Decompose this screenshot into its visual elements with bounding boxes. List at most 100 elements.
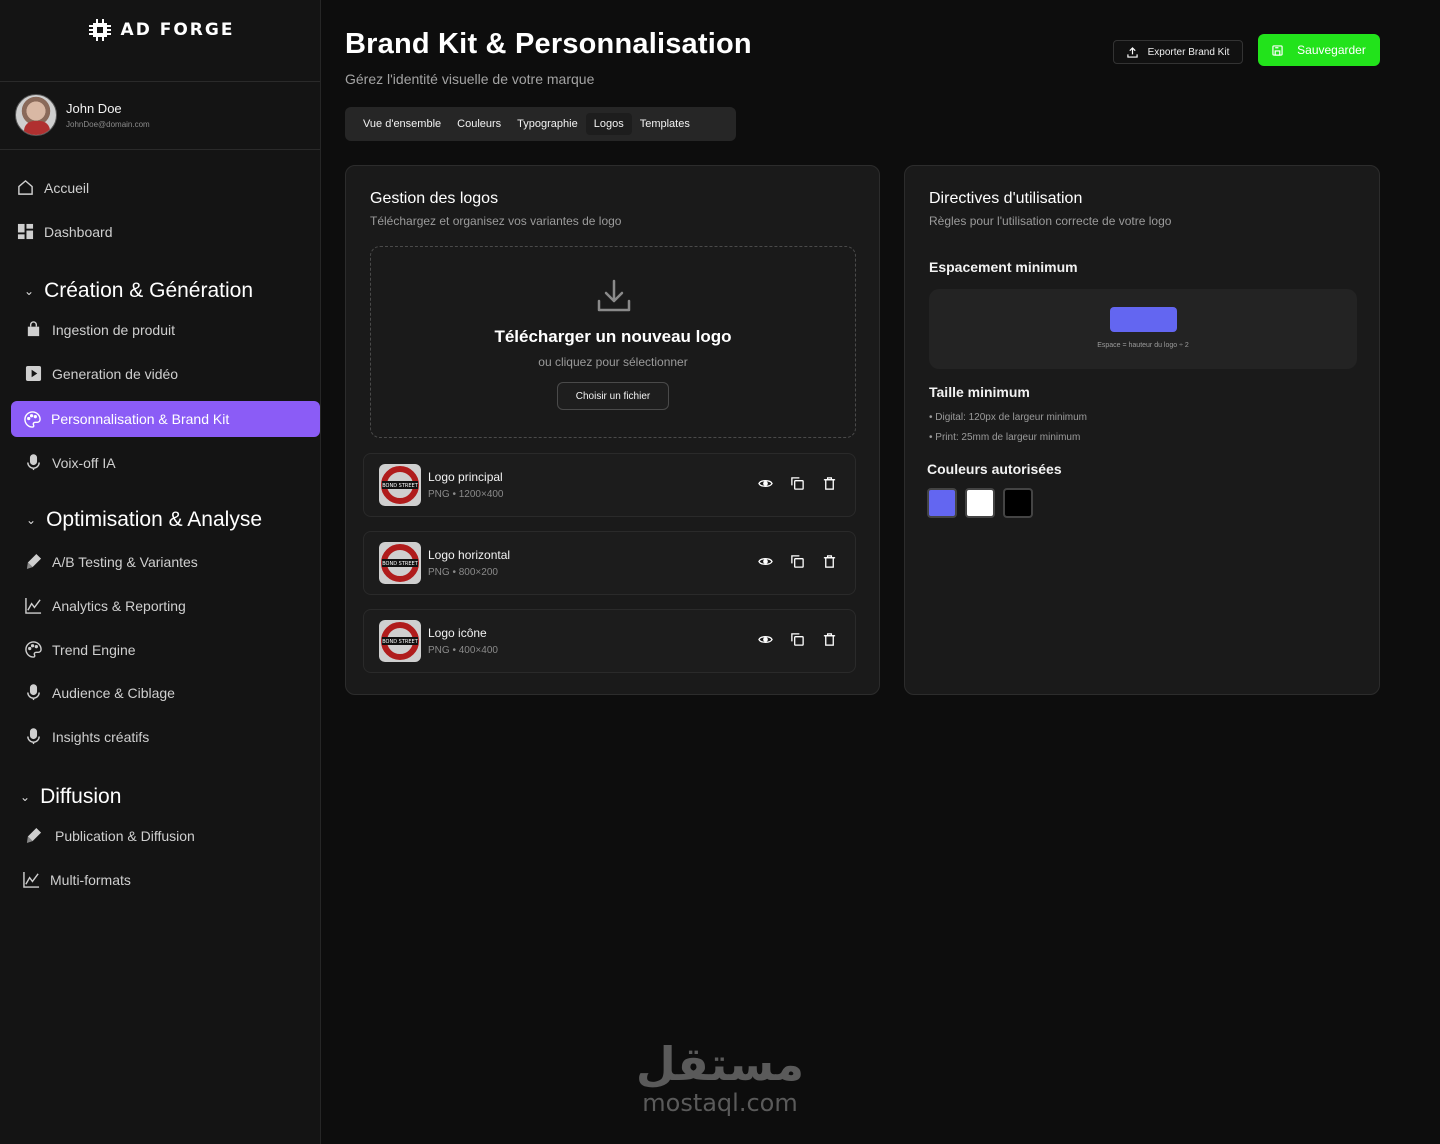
trash-icon[interactable] xyxy=(822,554,837,569)
roundel-image: BOND STREET xyxy=(381,544,419,582)
nav-item-accueil[interactable]: Accueil xyxy=(17,179,89,196)
nav-item-publication[interactable]: Publication & Diffusion xyxy=(25,827,195,844)
page-subtitle: Gérez l'identité visuelle de votre marqu… xyxy=(345,71,595,87)
brand-logo[interactable]: AD FORGE xyxy=(0,18,321,42)
watermark: مستقل mostaql.com xyxy=(632,1038,808,1116)
choose-file-button[interactable]: Choisir un fichier xyxy=(557,382,669,410)
card-title: Gestion des logos xyxy=(370,190,499,207)
size-rule: • Print: 25mm de largeur minimum xyxy=(929,432,1081,443)
logo-name: Logo icône xyxy=(428,626,487,640)
nav-item-audience[interactable]: Audience & Ciblage xyxy=(25,684,175,701)
logo-thumbnail: BOND STREET xyxy=(379,542,421,584)
user-email: JohnDoe@domain.com xyxy=(66,120,150,129)
eye-icon[interactable] xyxy=(758,632,773,647)
upload-dropzone[interactable]: Télécharger un nouveau logo ou cliquez p… xyxy=(370,246,856,438)
play-icon xyxy=(25,365,42,382)
color-swatch[interactable] xyxy=(965,488,995,518)
tab-typography[interactable]: Typographie xyxy=(509,113,586,135)
tab-overview[interactable]: Vue d'ensemble xyxy=(355,113,449,135)
spacing-title: Espacement minimum xyxy=(929,259,1078,275)
size-rule: • Digital: 120px de largeur minimum xyxy=(929,412,1088,423)
nav-label: Trend Engine xyxy=(52,641,136,658)
nav-item-ingestion[interactable]: Ingestion de produit xyxy=(25,321,175,338)
nav-item-multi-formats[interactable]: Multi-formats xyxy=(23,871,131,888)
chart-icon xyxy=(25,597,42,614)
section-title: Création & Génération xyxy=(44,279,254,302)
logo-meta: PNG • 1200×400 xyxy=(428,489,504,500)
eye-icon[interactable] xyxy=(758,476,773,491)
save-icon xyxy=(1272,44,1283,56)
nav-label: Accueil xyxy=(44,179,90,196)
palette-icon xyxy=(25,641,42,658)
save-label: Sauvegarder xyxy=(1297,43,1366,57)
brush-icon xyxy=(26,553,42,570)
colors-title: Couleurs autorisées xyxy=(927,461,1062,477)
page-title: Brand Kit & Personnalisation xyxy=(345,28,752,60)
row-actions xyxy=(758,476,837,491)
mic-icon xyxy=(27,684,40,701)
color-swatch[interactable] xyxy=(1003,488,1033,518)
card-title: Directives d'utilisation xyxy=(929,190,1083,207)
nav-label: Generation de vidéo xyxy=(52,365,179,382)
divider xyxy=(0,149,320,150)
eye-icon[interactable] xyxy=(758,554,773,569)
logo-thumbnail: BOND STREET xyxy=(379,620,421,662)
chevron-down-icon: ⌄ xyxy=(20,790,31,804)
roundel-image: BOND STREET xyxy=(381,622,419,660)
logo-thumbnail: BOND STREET xyxy=(379,464,421,506)
tab-logos[interactable]: Logos xyxy=(585,113,632,135)
export-label: Exporter Brand Kit xyxy=(1147,46,1230,58)
section-title: Optimisation & Analyse xyxy=(46,508,262,531)
nav-label: Audience & Ciblage xyxy=(52,684,175,701)
upload-title: Télécharger un nouveau logo xyxy=(494,327,732,346)
color-swatch[interactable] xyxy=(927,488,957,518)
nav-item-trend-engine[interactable]: Trend Engine xyxy=(25,641,136,658)
mic-icon xyxy=(27,728,40,745)
logo-row-principal[interactable]: BOND STREET Logo principal PNG • 1200×40… xyxy=(363,453,856,517)
nav-label: Insights créatifs xyxy=(52,728,150,745)
chevron-down-icon: ⌄ xyxy=(26,513,37,527)
copy-icon[interactable] xyxy=(790,632,805,647)
export-brand-kit-button[interactable]: Exporter Brand Kit xyxy=(1113,40,1243,64)
palette-icon xyxy=(24,410,41,428)
download-icon xyxy=(597,279,631,312)
nav-label: Publication & Diffusion xyxy=(55,827,195,844)
avatar xyxy=(15,94,57,136)
tab-templates[interactable]: Templates xyxy=(632,113,698,135)
nav-item-voix-off[interactable]: Voix-off IA xyxy=(25,454,116,471)
trash-icon[interactable] xyxy=(822,632,837,647)
nav-label: A/B Testing & Variantes xyxy=(52,553,198,570)
watermark-arabic: مستقل xyxy=(635,1037,805,1091)
roundel-text: BOND STREET xyxy=(382,561,418,567)
logo-name: Logo principal xyxy=(428,470,503,484)
nav-item-ab-testing[interactable]: A/B Testing & Variantes xyxy=(25,553,198,570)
upload-subtitle: ou cliquez pour sélectionner xyxy=(538,355,688,369)
section-optimisation[interactable]: ⌄ Optimisation & Analyse xyxy=(26,508,262,532)
user-profile[interactable]: John Doe JohnDoe@domain.com xyxy=(15,94,150,136)
roundel-image: BOND STREET xyxy=(381,466,419,504)
row-actions xyxy=(758,554,837,569)
tab-colors[interactable]: Couleurs xyxy=(449,113,509,135)
upload-icon xyxy=(1126,46,1138,58)
nav-item-analytics[interactable]: Analytics & Reporting xyxy=(25,597,186,614)
guidelines-card: Directives d'utilisation Règles pour l'u… xyxy=(904,165,1380,695)
save-button[interactable]: Sauvegarder xyxy=(1258,34,1380,66)
nav-item-video[interactable]: Generation de vidéo xyxy=(25,365,178,382)
card-subtitle: Règles pour l'utilisation correcte de vo… xyxy=(929,214,1172,228)
spacing-caption: Espace = hauteur du logo ÷ 2 xyxy=(1097,342,1189,349)
bag-icon xyxy=(27,321,40,337)
nav-item-brand-kit[interactable]: Personnalisation & Brand Kit xyxy=(11,401,320,437)
nav-item-insights[interactable]: Insights créatifs xyxy=(25,728,149,745)
nav-label: Ingestion de produit xyxy=(52,321,175,338)
copy-icon[interactable] xyxy=(790,476,805,491)
logo-row-horizontal[interactable]: BOND STREET Logo horizontal PNG • 800×20… xyxy=(363,531,856,595)
chip-icon xyxy=(88,19,111,41)
logo-row-icone[interactable]: BOND STREET Logo icône PNG • 400×400 xyxy=(363,609,856,673)
trash-icon[interactable] xyxy=(822,476,837,491)
chart-icon xyxy=(23,871,40,888)
copy-icon[interactable] xyxy=(790,554,805,569)
nav-label: Multi-formats xyxy=(50,871,131,888)
section-diffusion[interactable]: ⌄ Diffusion xyxy=(20,785,121,809)
section-creation[interactable]: ⌄ Création & Génération xyxy=(24,279,253,303)
nav-item-dashboard[interactable]: Dashboard xyxy=(17,223,113,240)
